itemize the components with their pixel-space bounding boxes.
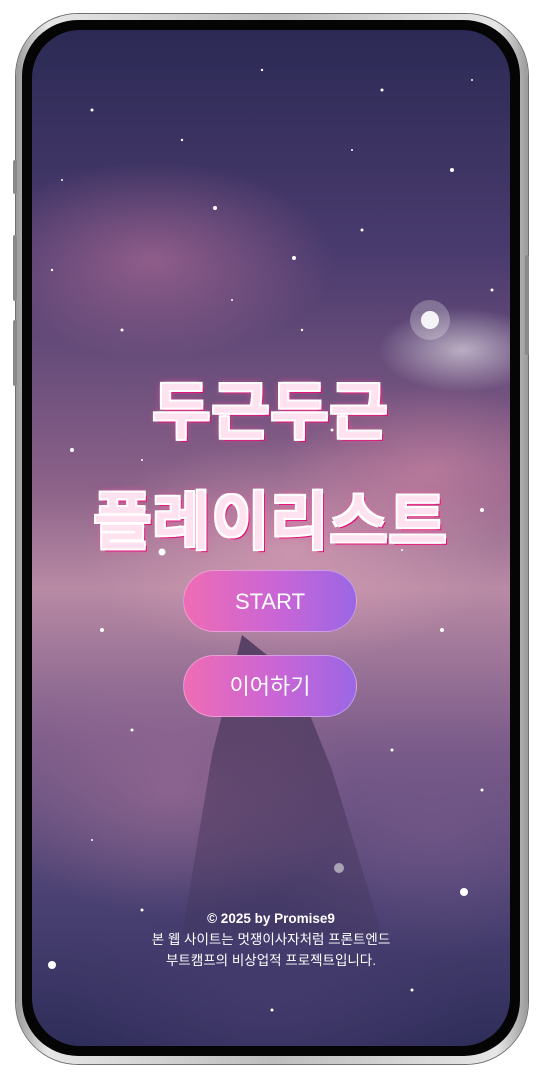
- footer-notice-line1: 본 웹 사이트는 멋쟁이사자처럼 프론트엔드: [151, 932, 391, 947]
- app-screen: 두근두근 플레이리스트 START 이어하기 © 2025 by Promise…: [32, 30, 510, 1046]
- app-title-line1: 두근두근: [152, 375, 390, 448]
- continue-button[interactable]: 이어하기: [183, 655, 357, 717]
- phone-side-button-mute: [13, 160, 17, 194]
- phone-side-button-volume-up: [13, 235, 17, 301]
- phone-side-button-volume-down: [13, 320, 17, 386]
- footer-notice-line2: 부트캠프의 비상업적 프로젝트입니다.: [166, 953, 376, 968]
- footer: © 2025 by Promise9 본 웹 사이트는 멋쟁이사자처럼 프론트엔…: [32, 908, 510, 971]
- app-title-line2: 플레이리스트: [93, 485, 449, 558]
- phone-side-button-power: [525, 255, 529, 355]
- start-button[interactable]: START: [183, 570, 357, 632]
- footer-copyright: © 2025 by Promise9: [207, 911, 335, 926]
